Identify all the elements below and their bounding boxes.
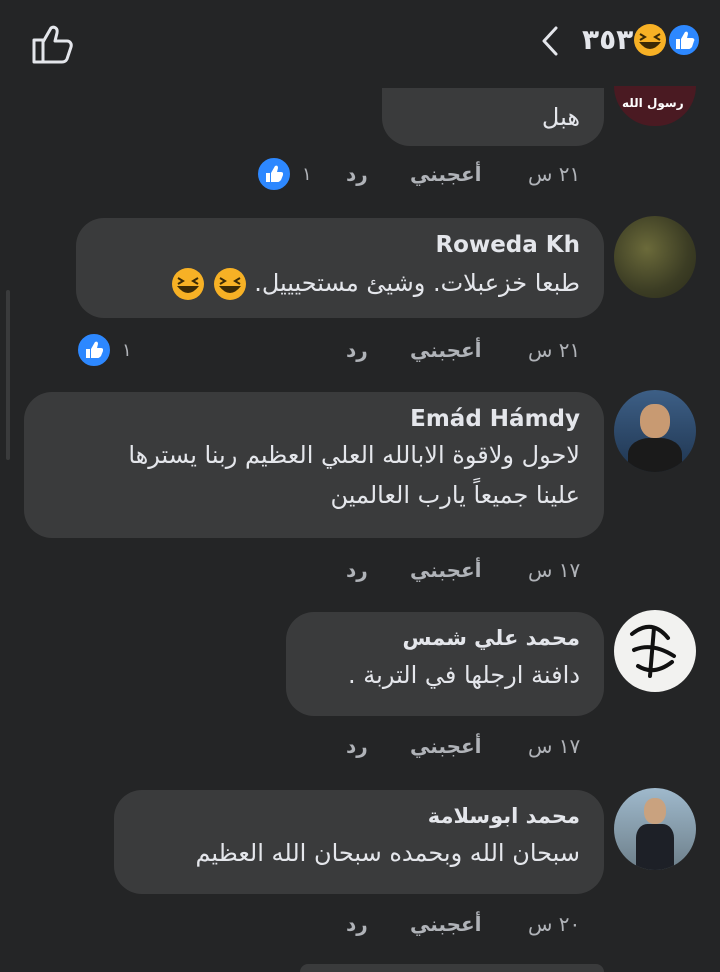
like-button[interactable]: أعجبني [410, 912, 482, 936]
like-reaction-icon [256, 156, 292, 192]
comment-text: سبحان الله وبحمده سبحان الله العظيم [195, 839, 580, 867]
reply-button[interactable]: رد [346, 734, 368, 758]
like-button[interactable]: أعجبني [410, 162, 482, 186]
avatar-person-shape [644, 798, 666, 824]
comment-author[interactable]: Emád Hámdy [48, 406, 580, 432]
comment-time: ٢١ س [528, 338, 581, 362]
like-button[interactable]: أعجبني [410, 558, 482, 582]
comment-text: علينا جميعاً يارب العالمين [330, 481, 580, 509]
comment-text: هبل [541, 103, 580, 131]
avatar[interactable]: رسول الله [614, 86, 696, 126]
comment-bubble[interactable]: هبل [382, 88, 604, 146]
reply-button[interactable]: رد [346, 912, 368, 936]
avatar[interactable] [614, 390, 696, 472]
comment-author[interactable]: Roweda Kh [100, 232, 580, 258]
avatar-person-body [628, 438, 682, 472]
like-button[interactable]: أعجبني [410, 734, 482, 758]
comment-time: ٢٠ س [528, 912, 581, 936]
scroll-indicator [6, 290, 10, 460]
avatar[interactable] [614, 788, 696, 870]
like-reaction-icon [667, 23, 701, 57]
comment-text-row: طبعا خزعبلات. وشيئ مستحيييل. [100, 264, 580, 302]
comment-reactions[interactable]: ١ [76, 332, 132, 368]
like-reaction-icon [76, 332, 112, 368]
comment-text: طبعا خزعبلات. وشيئ مستحيييل. [254, 269, 580, 297]
comment-author[interactable]: محمد ابوسلامة [138, 804, 580, 828]
comment-text: لاحول ولاقوة الابالله العلي العظيم ربنا … [128, 441, 580, 469]
reaction-summary-icons[interactable] [632, 22, 702, 58]
thumbs-up-outline-icon[interactable] [30, 22, 76, 66]
laughing-emoji [171, 268, 204, 300]
reaction-total-count[interactable]: ٣٥٣ [582, 22, 633, 58]
comment-time: ١٧ س [528, 734, 581, 758]
avatar-person-body [636, 824, 674, 870]
avatar-label: رسول الله [622, 96, 684, 110]
comment-bubble[interactable]: محمد علي شمس دافنة ارجلها في التربة . [286, 612, 604, 716]
like-button[interactable]: أعجبني [410, 338, 482, 362]
comment-bubble[interactable]: محمد ابوسلامة سبحان الله وبحمده سبحان ال… [114, 790, 604, 894]
comment-text: دافنة ارجلها في التربة . [348, 661, 580, 689]
avatar[interactable] [614, 610, 696, 692]
comment-bubble[interactable]: Roweda Kh طبعا خزعبلات. وشيئ مستحيييل. [76, 218, 604, 318]
laugh-reaction-icon [634, 24, 666, 56]
reaction-count: ١ [122, 339, 132, 361]
reply-button[interactable]: رد [346, 162, 368, 186]
comment-time: ١٧ س [528, 558, 581, 582]
next-comment-edge [300, 964, 604, 972]
avatar-person-shape [640, 404, 670, 438]
reply-button[interactable]: رد [346, 558, 368, 582]
back-chevron-icon[interactable] [536, 24, 566, 58]
comment-author[interactable]: محمد علي شمس [310, 626, 580, 650]
laughing-emoji [213, 268, 246, 300]
comment-time: ٢١ س [528, 162, 581, 186]
reaction-count: ١ [302, 163, 312, 185]
reply-button[interactable]: رد [346, 338, 368, 362]
calligraphy-avatar-art [630, 625, 676, 678]
avatar[interactable] [614, 216, 696, 298]
comment-bubble[interactable]: Emád Hámdy لاحول ولاقوة الابالله العلي ا… [24, 392, 604, 538]
comment-reactions[interactable]: ١ [256, 156, 312, 192]
